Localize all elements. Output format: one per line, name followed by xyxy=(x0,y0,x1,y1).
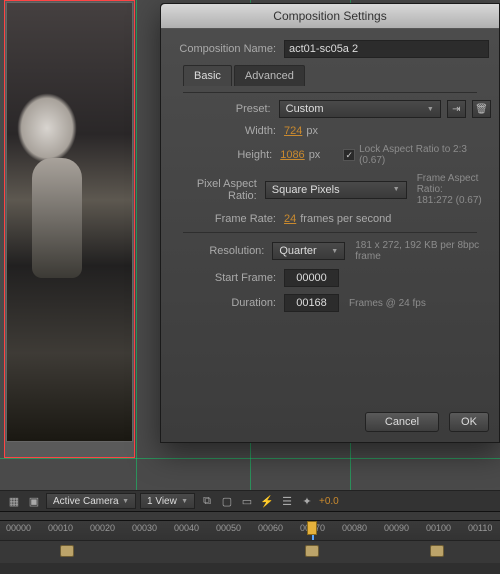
time-tick: 00030 xyxy=(132,523,157,533)
comp-name-input[interactable] xyxy=(284,40,489,58)
time-tick: 00020 xyxy=(90,523,115,533)
tab-basic[interactable]: Basic xyxy=(183,65,232,86)
fast-preview-icon[interactable]: ⚡ xyxy=(259,493,275,509)
height-value[interactable]: 1086 xyxy=(280,149,304,161)
width-value[interactable]: 724 xyxy=(284,125,302,137)
dialog-title: Composition Settings xyxy=(161,4,499,29)
chevron-down-icon: ▼ xyxy=(181,498,188,505)
time-tick: 00060 xyxy=(258,523,283,533)
res-info: 181 x 272, 192 KB per 8bpc frame xyxy=(345,240,491,262)
ok-button[interactable]: OK xyxy=(449,412,489,432)
comp-name-label: Composition Name: xyxy=(169,43,284,55)
pixel-aspect-icon[interactable]: ▭ xyxy=(239,493,255,509)
fps-value[interactable]: 24 xyxy=(284,213,296,225)
res-dropdown[interactable]: Quarter ▼ xyxy=(272,242,345,260)
time-tick: 00090 xyxy=(384,523,409,533)
preset-dropdown[interactable]: Custom ▼ xyxy=(279,100,441,118)
exposure-value[interactable]: +0.0 xyxy=(319,496,339,507)
height-unit: px xyxy=(305,149,321,161)
time-tick: 00040 xyxy=(174,523,199,533)
time-tick: 00000 xyxy=(6,523,31,533)
preset-label: Preset: xyxy=(169,103,279,115)
toggle-mask-icon[interactable]: ▣ xyxy=(26,493,42,509)
composition-preview-image xyxy=(6,2,133,442)
current-time-indicator[interactable] xyxy=(312,521,314,540)
cancel-button[interactable]: Cancel xyxy=(365,412,439,432)
time-tick: 00100 xyxy=(426,523,451,533)
duration-label: Duration: xyxy=(169,297,284,309)
camera-dropdown[interactable]: Active Camera ▼ xyxy=(46,493,136,509)
lock-aspect-label: Lock Aspect Ratio to 2:3 (0.67) xyxy=(359,144,491,166)
composition-marker[interactable] xyxy=(305,545,319,557)
chevron-down-icon: ▼ xyxy=(427,106,434,113)
chevron-down-icon: ▼ xyxy=(393,186,400,193)
timeline-panel[interactable]: 00000 00010 00020 00030 00040 00050 0006… xyxy=(0,520,500,574)
fps-unit: frames per second xyxy=(296,213,391,225)
duration-input[interactable] xyxy=(284,294,339,312)
far-label: Frame Aspect Ratio: xyxy=(417,173,491,195)
brainstorm-icon[interactable]: ✦ xyxy=(299,493,315,509)
start-frame-label: Start Frame: xyxy=(169,272,284,284)
start-frame-input[interactable] xyxy=(284,269,339,287)
width-label: Width: xyxy=(169,125,284,137)
time-tick: 00050 xyxy=(216,523,241,533)
chevron-down-icon: ▼ xyxy=(122,498,129,505)
view-count-value: 1 View xyxy=(147,496,177,507)
timeline-icon[interactable]: ☰ xyxy=(279,493,295,509)
composition-marker[interactable] xyxy=(60,545,74,557)
composition-bounds xyxy=(4,0,135,458)
fps-label: Frame Rate: xyxy=(169,213,284,225)
camera-value: Active Camera xyxy=(53,496,119,507)
time-tick: 00010 xyxy=(48,523,73,533)
crop-icon[interactable]: ▢ xyxy=(219,493,235,509)
tab-advanced[interactable]: Advanced xyxy=(234,65,305,86)
composition-settings-dialog: Composition Settings Composition Name: B… xyxy=(160,3,500,443)
composition-marker[interactable] xyxy=(430,545,444,557)
time-tick: 00080 xyxy=(342,523,367,533)
time-ruler[interactable]: 00000 00010 00020 00030 00040 00050 0006… xyxy=(0,521,500,541)
duration-info: Frames @ 24 fps xyxy=(339,298,426,309)
separator xyxy=(183,92,477,93)
time-tick: 00110 xyxy=(468,523,492,533)
height-label: Height: xyxy=(169,149,280,161)
cti-playhead-icon[interactable] xyxy=(307,521,317,535)
par-value: Square Pixels xyxy=(272,184,340,196)
guide-vertical xyxy=(136,0,137,490)
save-preset-button[interactable]: ⇥ xyxy=(447,100,466,118)
lock-aspect-checkbox[interactable]: ✓ xyxy=(343,149,355,161)
far-value: 181:272 (0.67) xyxy=(417,195,491,206)
par-dropdown[interactable]: Square Pixels ▼ xyxy=(265,181,407,199)
delete-preset-button[interactable]: 🗑 xyxy=(472,100,491,118)
timeline-body[interactable] xyxy=(0,541,500,563)
chevron-down-icon: ▼ xyxy=(331,248,338,255)
separator xyxy=(183,232,477,233)
res-value: Quarter xyxy=(279,245,316,257)
viewer-toolbar: ▦ ▣ Active Camera ▼ 1 View ▼ ⧉ ▢ ▭ ⚡ ☰ ✦… xyxy=(0,490,500,512)
res-label: Resolution: xyxy=(169,245,272,257)
view-count-dropdown[interactable]: 1 View ▼ xyxy=(140,493,195,509)
par-label: Pixel Aspect Ratio: xyxy=(169,178,265,202)
grid-icon[interactable]: ▦ xyxy=(6,493,22,509)
preset-value: Custom xyxy=(286,103,324,115)
share-view-icon[interactable]: ⧉ xyxy=(199,493,215,509)
width-unit: px xyxy=(302,125,318,137)
